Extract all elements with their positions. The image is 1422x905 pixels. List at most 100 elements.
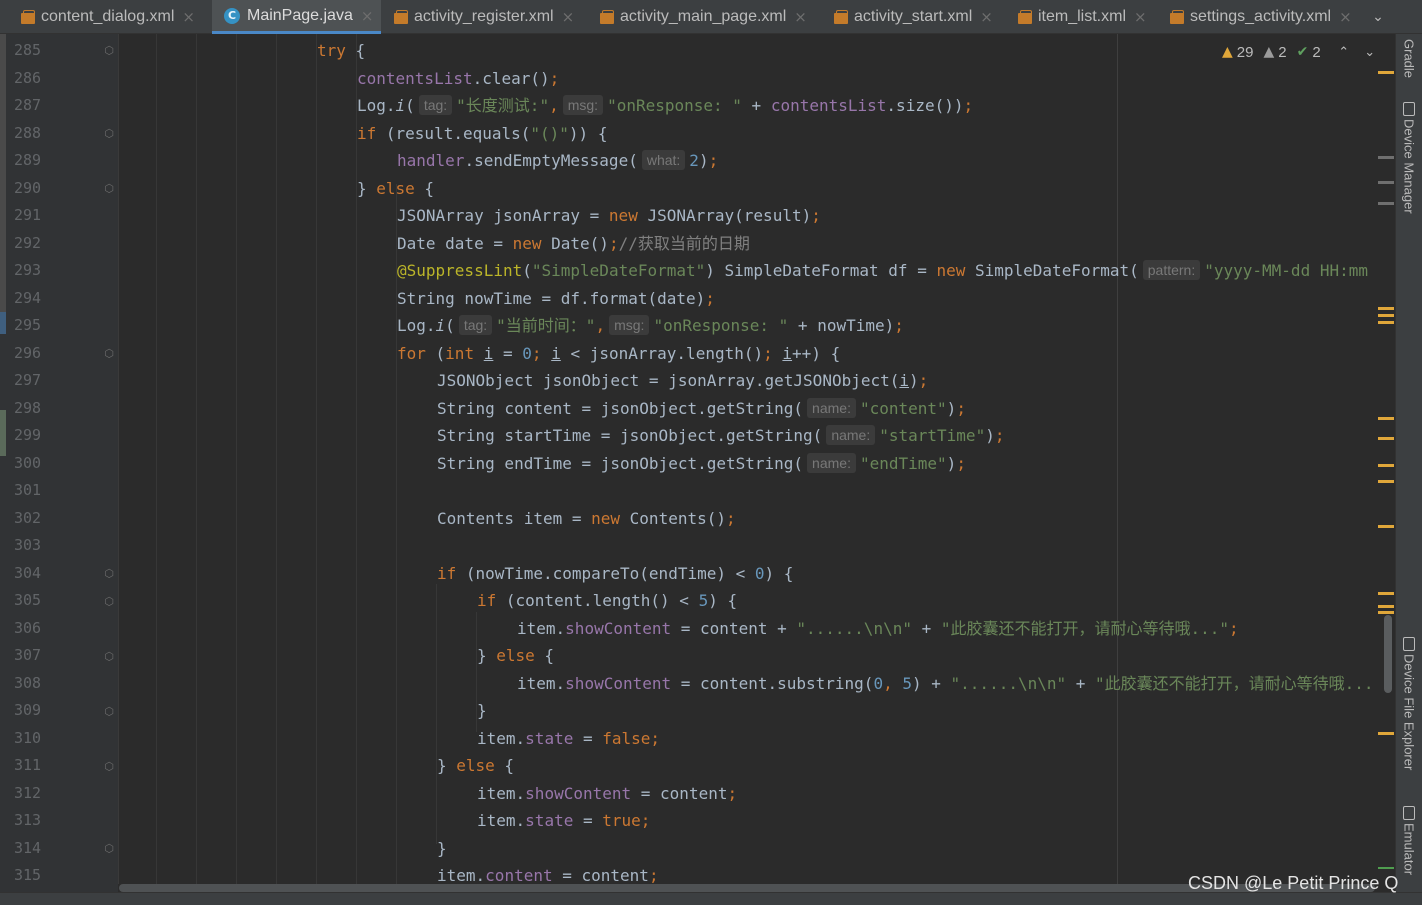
code-token: else	[376, 178, 415, 198]
info-marker[interactable]	[1378, 202, 1394, 205]
warning-marker[interactable]	[1378, 525, 1394, 528]
editor-tab-bar: content_dialog.xml × C MainPage.java × a…	[0, 0, 1422, 34]
fold-end-icon[interactable]: ⬡	[103, 182, 115, 196]
code-token: "content"	[859, 398, 947, 418]
tab-content-dialog-xml[interactable]: content_dialog.xml ×	[0, 0, 212, 34]
code-token: ;	[811, 206, 821, 225]
close-icon[interactable]: ×	[794, 8, 807, 26]
tab-item-list-xml[interactable]: item_list.xml ×	[1007, 0, 1159, 34]
fold-collapse-icon[interactable]: ⬡	[103, 595, 115, 609]
close-icon[interactable]: ×	[361, 7, 374, 25]
code-line-288: if (result.equals("()")) {	[357, 120, 607, 148]
code-token: "()"	[530, 123, 569, 143]
tab-label: settings_activity.xml	[1190, 8, 1332, 25]
warning-marker[interactable]	[1378, 314, 1394, 317]
warning-marker[interactable]	[1378, 437, 1394, 440]
indent-guide	[236, 34, 237, 884]
tab-activity-start-xml[interactable]: activity_start.xml ×	[821, 0, 1007, 34]
vcs-change-marker[interactable]	[0, 410, 6, 456]
code-token: }	[437, 756, 457, 775]
weak-warning-count: 2	[1278, 43, 1287, 61]
emulator-icon	[1403, 806, 1415, 820]
line-number: 297	[14, 371, 42, 389]
close-icon[interactable]: ×	[1339, 8, 1352, 26]
vcs-change-marker[interactable]	[0, 312, 6, 334]
code-line-287: Log.i(tag: "长度测试:", msg: "onResponse: " + c…	[357, 92, 973, 120]
line-number: 286	[14, 68, 42, 87]
parameter-hint: name:	[807, 397, 856, 418]
code-line-292: Date date = new Date();//获取当前的日期	[397, 230, 750, 258]
code-token: JSONObject jsonObject = jsonArray.getJSO…	[437, 371, 900, 390]
indent-guide	[196, 34, 197, 884]
fold-collapse-icon[interactable]: ⬡	[103, 567, 115, 581]
fold-collapse-icon[interactable]: ⬡	[103, 347, 115, 361]
close-icon[interactable]: ×	[1134, 8, 1147, 26]
horizontal-scrollbar[interactable]	[119, 884, 1375, 892]
chevron-down-icon[interactable]: ⌄	[1367, 6, 1389, 28]
tab-mainpage-java[interactable]: C MainPage.java ×	[212, 0, 381, 34]
error-stripe[interactable]	[1376, 34, 1395, 884]
warning-marker[interactable]	[1378, 732, 1394, 735]
code-line-306: item.showContent = content + "......\n\n…	[517, 615, 1239, 643]
info-marker[interactable]	[1378, 156, 1394, 159]
code-editor[interactable]: try { contentsList.clear(); Log.i(tag: "长…	[119, 34, 1395, 884]
close-icon[interactable]: ×	[562, 8, 575, 26]
code-token: ;	[531, 343, 542, 363]
code-token: i	[483, 343, 494, 363]
gradle-tool-button[interactable]: Gradle	[1396, 36, 1422, 78]
fold-end-icon[interactable]: ⬡	[103, 705, 115, 719]
line-number: 302	[14, 508, 42, 527]
warning-marker[interactable]	[1378, 307, 1394, 310]
info-marker[interactable]	[1378, 181, 1394, 184]
vertical-scrollbar[interactable]	[1384, 615, 1392, 693]
code-token: try	[317, 41, 346, 60]
code-line-305: if (content.length() < 5) {	[477, 587, 737, 615]
line-number: 313	[14, 811, 42, 829]
code-token: (result.equals(	[376, 123, 531, 143]
tab-activity-register-xml[interactable]: activity_register.xml ×	[381, 0, 589, 34]
warning-marker[interactable]	[1378, 592, 1394, 595]
code-token: showContent	[565, 673, 672, 693]
warning-marker[interactable]	[1378, 321, 1394, 324]
warning-marker[interactable]	[1378, 464, 1394, 467]
fold-collapse-icon[interactable]: ⬡	[103, 44, 115, 58]
xml-file-icon	[20, 9, 36, 25]
line-number: 293	[14, 261, 42, 279]
code-token: "onResponse: "	[607, 96, 742, 115]
code-line-312: item.showContent = content;	[477, 780, 737, 808]
fold-collapse-icon[interactable]: ⬡	[103, 127, 115, 141]
warning-marker[interactable]	[1378, 480, 1394, 483]
fold-end-icon[interactable]: ⬡	[103, 842, 115, 856]
line-number: 310	[14, 728, 42, 747]
chevron-up-icon[interactable]: ⌃	[1333, 45, 1355, 60]
emulator-tool-button[interactable]: Emulator	[1396, 806, 1422, 875]
code-token: ;	[640, 811, 651, 830]
vcs-change-marker[interactable]	[0, 34, 6, 314]
code-token: String startTime = jsonObject.getString(	[437, 426, 823, 445]
tab-activity-main-page-xml[interactable]: activity_main_page.xml ×	[589, 0, 821, 34]
warning-marker[interactable]	[1378, 71, 1394, 74]
inspection-widget[interactable]: ▲ 29 ▲ 2 ✔ 2 ⌃ ⌄	[1222, 40, 1381, 64]
code-token: ,	[595, 316, 606, 335]
vcs-marker[interactable]	[1378, 867, 1394, 869]
line-number: 301	[14, 481, 42, 499]
line-number: 287	[14, 96, 42, 114]
code-token: true	[602, 811, 641, 830]
close-icon[interactable]: ×	[182, 8, 195, 26]
device-manager-tool-button[interactable]: Device Manager	[1396, 102, 1422, 214]
code-token: "此胶囊还不能打开，请耐心等待哦...	[1095, 673, 1374, 693]
java-class-icon: C	[224, 7, 240, 24]
close-icon[interactable]: ×	[980, 8, 993, 26]
code-token: }	[477, 646, 497, 665]
warning-marker[interactable]	[1378, 605, 1394, 608]
warning-marker[interactable]	[1378, 417, 1394, 420]
code-token: ,	[549, 96, 559, 115]
warning-marker[interactable]	[1378, 611, 1394, 614]
tab-settings-activity-xml[interactable]: settings_activity.xml ×	[1159, 0, 1364, 34]
code-token: 0	[873, 673, 884, 693]
code-token: )	[946, 453, 957, 473]
device-file-explorer-tool-button[interactable]: Device File Explorer	[1396, 637, 1422, 770]
fold-end-icon[interactable]: ⬡	[103, 650, 115, 664]
code-token: "yyyy-MM-dd HH:mm	[1204, 261, 1368, 280]
fold-collapse-icon[interactable]: ⬡	[103, 760, 115, 774]
